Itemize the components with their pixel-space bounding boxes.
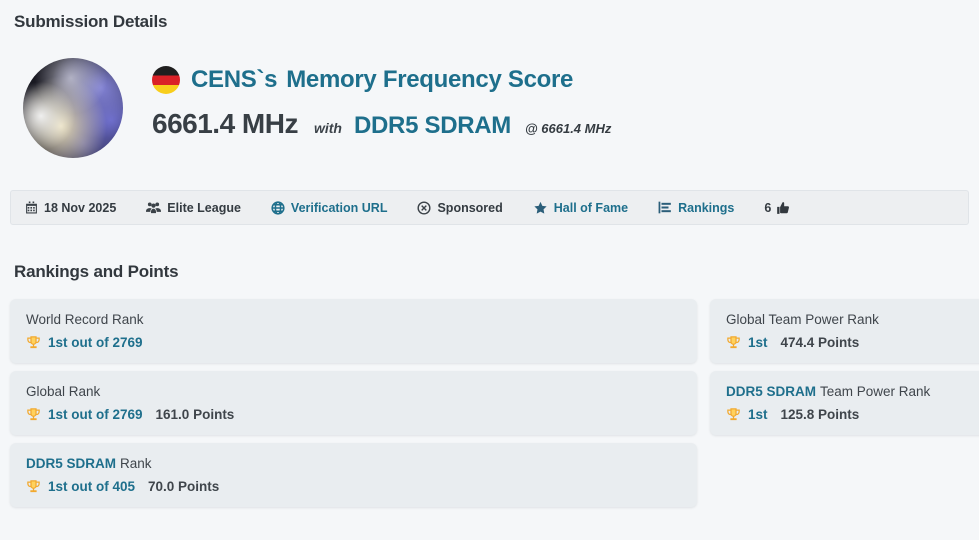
card-title: Global Rank: [26, 384, 681, 399]
hardware-team-power-rank-card: DDR5 SDRAM Team Power Rank 1st 125.8 Poin…: [710, 371, 979, 435]
calendar-icon: [25, 201, 38, 214]
verification-url-link[interactable]: Verification URL: [271, 201, 388, 215]
card-title: DDR5 SDRAM Rank: [26, 456, 681, 471]
global-rank-card: Global Rank 1st out of 2769 161.0 Points: [10, 371, 697, 435]
rankings-section-title: Rankings and Points: [14, 262, 969, 282]
submission-header-text: CENS`s Memory Frequency Score 6661.4 MHz …: [152, 58, 611, 140]
avatar[interactable]: [23, 58, 123, 158]
hall-of-fame-label: Hall of Fame: [554, 201, 628, 215]
submission-details-page: Submission Details CENS`s Memory Frequenc…: [0, 0, 979, 507]
germany-flag-icon: [152, 66, 180, 94]
card-title: DDR5 SDRAM Team Power Rank: [726, 384, 979, 399]
owner-name[interactable]: CENS`s: [191, 66, 277, 93]
trophy-icon: [726, 407, 741, 422]
global-team-power-rank-card: Global Team Power Rank 1st 474.4 Points: [710, 299, 979, 363]
rank-link[interactable]: 1st out of 2769: [48, 407, 143, 422]
score-value: 6661.4 MHz: [152, 108, 298, 140]
rank-link[interactable]: 1st: [748, 407, 768, 422]
card-title-text: Rank: [120, 456, 152, 471]
rankings-cards-left: World Record Rank 1st out of 2769 Global…: [10, 299, 697, 507]
score-line: 6661.4 MHz with DDR5 SDRAM @ 6661.4 MHz: [152, 108, 611, 140]
points-value: 70.0 Points: [148, 479, 219, 494]
meta-league: Elite League: [146, 201, 241, 215]
meta-league-label: Elite League: [167, 201, 241, 215]
hardware-rank-card: DDR5 SDRAM Rank 1st out of 405 70.0 Point…: [10, 443, 697, 507]
card-title: World Record Rank: [26, 312, 681, 327]
rankings-cards-right: Global Team Power Rank 1st 474.4 Points …: [710, 299, 979, 435]
rankings-label: Rankings: [678, 201, 734, 215]
card-rank-row: 1st 474.4 Points: [726, 335, 979, 350]
card-rank-row: 1st 125.8 Points: [726, 407, 979, 422]
trophy-icon: [26, 479, 41, 494]
card-rank-row: 1st out of 2769 161.0 Points: [26, 407, 681, 422]
world-record-rank-card: World Record Rank 1st out of 2769: [10, 299, 697, 363]
with-label: with: [314, 120, 342, 136]
rank-link[interactable]: 1st out of 2769: [48, 335, 143, 350]
card-rank-row: 1st out of 2769: [26, 335, 681, 350]
card-title: Global Team Power Rank: [726, 312, 979, 327]
meta-bar: 18 Nov 2025 Elite League Verification UR…: [10, 190, 969, 225]
likes-count: 6: [764, 201, 771, 215]
hardware-link[interactable]: DDR5 SDRAM: [26, 456, 116, 471]
submission-title: CENS`s Memory Frequency Score: [191, 66, 573, 94]
card-title-text: Global Team Power Rank: [726, 312, 879, 327]
rank-link[interactable]: 1st out of 405: [48, 479, 135, 494]
at-frequency-label: @ 6661.4 MHz: [525, 121, 611, 136]
submission-title-line: CENS`s Memory Frequency Score: [152, 66, 611, 94]
verification-url-label: Verification URL: [291, 201, 388, 215]
meta-date: 18 Nov 2025: [25, 201, 116, 215]
hardware-link[interactable]: DDR5 SDRAM: [726, 384, 816, 399]
hardware-link[interactable]: DDR5 SDRAM: [354, 112, 511, 140]
rank-link[interactable]: 1st: [748, 335, 768, 350]
page-title: Submission Details: [14, 12, 969, 32]
globe-icon: [271, 201, 285, 215]
meta-sponsored: Sponsored: [417, 201, 502, 215]
hall-of-fame-link[interactable]: Hall of Fame: [533, 201, 628, 215]
trophy-icon: [726, 335, 741, 350]
leaderboard-icon: [658, 201, 672, 214]
rankings-cards: World Record Rank 1st out of 2769 Global…: [10, 299, 969, 507]
trophy-icon: [26, 407, 41, 422]
meta-sponsored-label: Sponsored: [437, 201, 502, 215]
card-rank-row: 1st out of 405 70.0 Points: [26, 479, 681, 494]
card-title-text: World Record Rank: [26, 312, 144, 327]
thumbs-up-icon: [776, 201, 790, 215]
rankings-link[interactable]: Rankings: [658, 201, 734, 215]
card-title-text: Global Rank: [26, 384, 100, 399]
submission-header: CENS`s Memory Frequency Score 6661.4 MHz …: [23, 58, 969, 158]
meta-date-label: 18 Nov 2025: [44, 201, 116, 215]
league-users-icon: [146, 201, 161, 214]
sponsored-circle-x-icon: [417, 201, 431, 215]
benchmark-name: Memory Frequency Score: [286, 66, 573, 93]
likes-button[interactable]: 6: [764, 201, 790, 215]
points-value: 474.4 Points: [781, 335, 860, 350]
points-value: 161.0 Points: [156, 407, 235, 422]
star-icon: [533, 201, 548, 215]
trophy-icon: [26, 335, 41, 350]
card-title-text: Team Power Rank: [820, 384, 930, 399]
points-value: 125.8 Points: [781, 407, 860, 422]
